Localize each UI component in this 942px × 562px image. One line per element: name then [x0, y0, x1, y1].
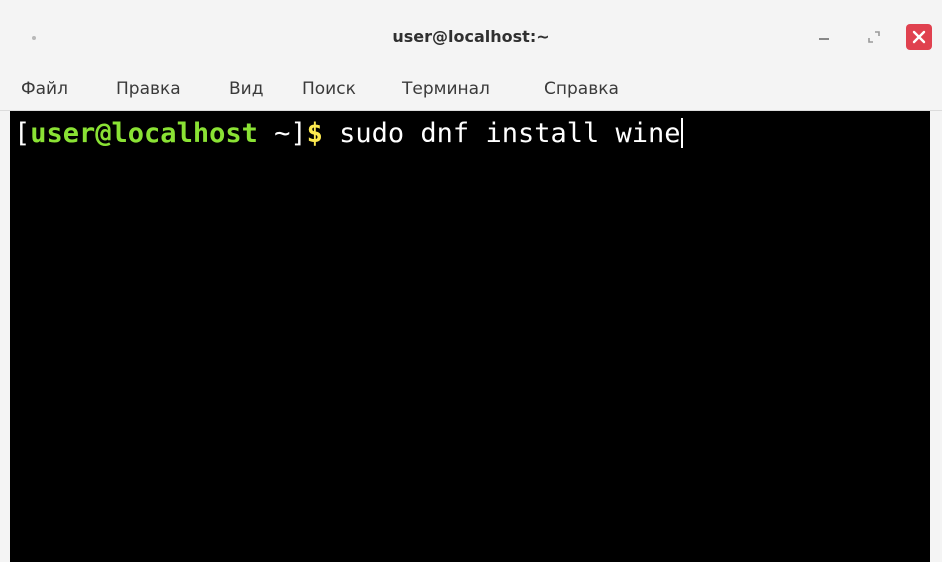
prompt-symbol: $ [306, 118, 323, 149]
menu-help[interactable]: Справка [544, 79, 619, 99]
terminal-area[interactable]: [user@localhost ~]$ sudo dnf install win… [10, 111, 930, 562]
window-title: user@localhost:~ [392, 27, 550, 46]
terminal-window: user@localhost:~ Файл Правка Вид Поиск Т… [0, 0, 942, 562]
prompt-user-host: user@localhost [30, 118, 258, 149]
window-border [930, 111, 942, 562]
close-icon [912, 30, 926, 44]
menu-terminal[interactable]: Терминал [402, 79, 490, 99]
close-button[interactable] [906, 24, 932, 50]
command-line: [user@localhost ~]$ sudo dnf install win… [14, 116, 683, 152]
maximize-button[interactable] [862, 26, 886, 48]
text-cursor [680, 118, 683, 148]
menu-bar: Файл Правка Вид Поиск Терминал Справка [0, 66, 942, 111]
title-bar[interactable]: user@localhost:~ [0, 0, 942, 66]
prompt-open-bracket: [ [14, 118, 31, 149]
menu-file[interactable]: Файл [21, 79, 68, 99]
typed-command: sudo dnf install wine [322, 118, 681, 149]
maximize-icon [868, 31, 880, 43]
menu-edit[interactable]: Правка [116, 79, 181, 99]
prompt-cwd: ~] [257, 118, 307, 149]
minimize-button[interactable] [812, 26, 836, 48]
menu-view[interactable]: Вид [229, 79, 263, 99]
menu-search[interactable]: Поиск [302, 79, 356, 99]
